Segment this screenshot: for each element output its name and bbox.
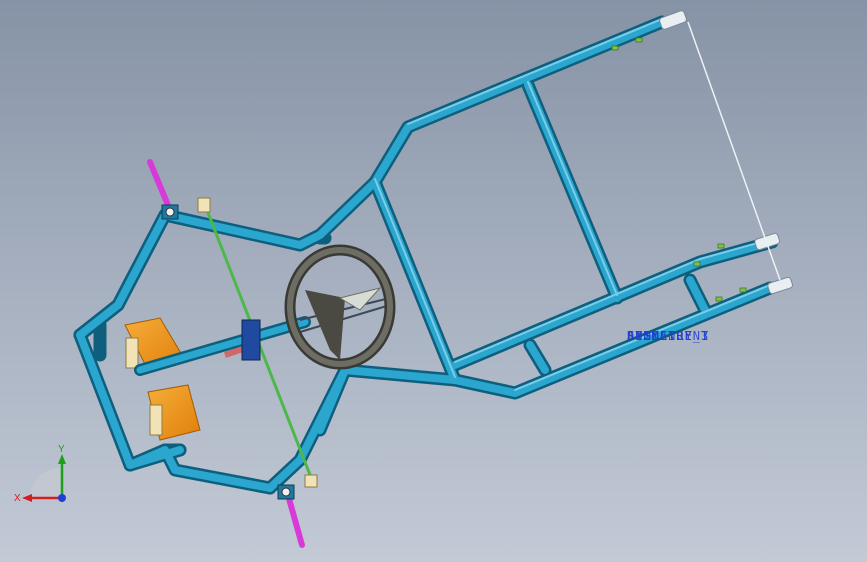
go-kart-frame-model[interactable] xyxy=(0,0,867,562)
mate-label-symmetry-3: SYMMETRY_3 xyxy=(627,329,710,343)
triad-base-arc xyxy=(29,467,62,500)
y-axis-arrow-head xyxy=(58,454,66,464)
z-axis-dot xyxy=(58,494,66,502)
battery-packs xyxy=(124,317,201,441)
x-axis-label: X xyxy=(14,493,21,504)
x-axis-arrow-head xyxy=(22,494,32,502)
steering-wheel[interactable] xyxy=(284,244,396,370)
y-axis-label: Y xyxy=(58,444,65,455)
view-orientation-triad[interactable]: Y X xyxy=(12,440,82,510)
rear-wire xyxy=(687,21,781,281)
cad-graphics-viewport[interactable]: ANGLE DISTANCE COINCIDENT SYMMETRY_1 SYM… xyxy=(0,0,867,562)
